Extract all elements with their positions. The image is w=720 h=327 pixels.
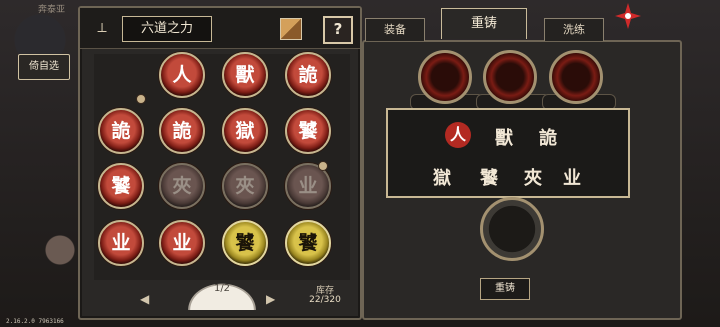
- recast-button[interactable]: 重铸: [480, 278, 530, 300]
- rune-coin-locked[interactable]: 夾: [159, 163, 205, 209]
- rune-coin[interactable]: 詭: [98, 108, 144, 154]
- rune-coin[interactable]: 詭: [285, 52, 331, 98]
- recast-slot[interactable]: [549, 50, 603, 104]
- rune-coin[interactable]: 詭: [159, 108, 205, 154]
- rune-coin[interactable]: 人: [159, 52, 205, 98]
- rune-glyph: 业: [563, 168, 581, 189]
- rune-coin[interactable]: 饕: [285, 108, 331, 154]
- only-self-select-button[interactable]: 倚自选: [18, 54, 70, 80]
- help-button[interactable]: ?: [323, 16, 353, 44]
- rune-coin[interactable]: 獸: [222, 52, 268, 98]
- rune-coin[interactable]: 獄: [222, 108, 268, 154]
- filter-icon[interactable]: ⟂: [92, 18, 112, 38]
- tab-recast[interactable]: 重铸: [441, 8, 527, 39]
- panel-header: ⟂ 六道之力 ?: [80, 8, 360, 49]
- background-player-name: 奔泰亚: [38, 5, 66, 15]
- stock-value: 22/320: [309, 295, 341, 305]
- sort-icon[interactable]: [280, 18, 302, 40]
- recast-slot[interactable]: [483, 50, 537, 104]
- rune-coin[interactable]: 业: [98, 220, 144, 266]
- rune-glyph: 獄: [433, 168, 451, 189]
- rune-glyph: 饕: [480, 168, 498, 189]
- new-badge-icon: [136, 94, 146, 104]
- prev-page-icon[interactable]: ◀: [140, 292, 149, 306]
- next-page-icon[interactable]: ▶: [266, 292, 275, 306]
- tab-refine[interactable]: 洗练: [544, 18, 604, 41]
- rune-coin-gold[interactable]: 饕: [222, 220, 268, 266]
- rune-coin[interactable]: 饕: [98, 163, 144, 209]
- rune-coin[interactable]: 业: [159, 220, 205, 266]
- rune-glyph: 詭: [539, 128, 557, 149]
- recast-slot[interactable]: [418, 50, 472, 104]
- rune-coin-locked[interactable]: 夾: [222, 163, 268, 209]
- rune-glyph: 獸: [495, 128, 513, 149]
- shuriken-icon: [615, 3, 641, 29]
- result-slot[interactable]: [480, 197, 544, 261]
- version-label: 2.16.2.0 7963166: [6, 318, 64, 325]
- rune-glyph-selected: 人: [445, 122, 471, 148]
- rune-info-box: [386, 108, 630, 198]
- page-indicator: 1/2: [213, 283, 231, 294]
- rune-coin-gold[interactable]: 饕: [285, 220, 331, 266]
- rune-glyph: 夾: [524, 168, 542, 189]
- new-badge-icon: [318, 161, 328, 171]
- tab-equipment[interactable]: 装备: [365, 18, 425, 41]
- panel-title: 六道之力: [122, 16, 212, 42]
